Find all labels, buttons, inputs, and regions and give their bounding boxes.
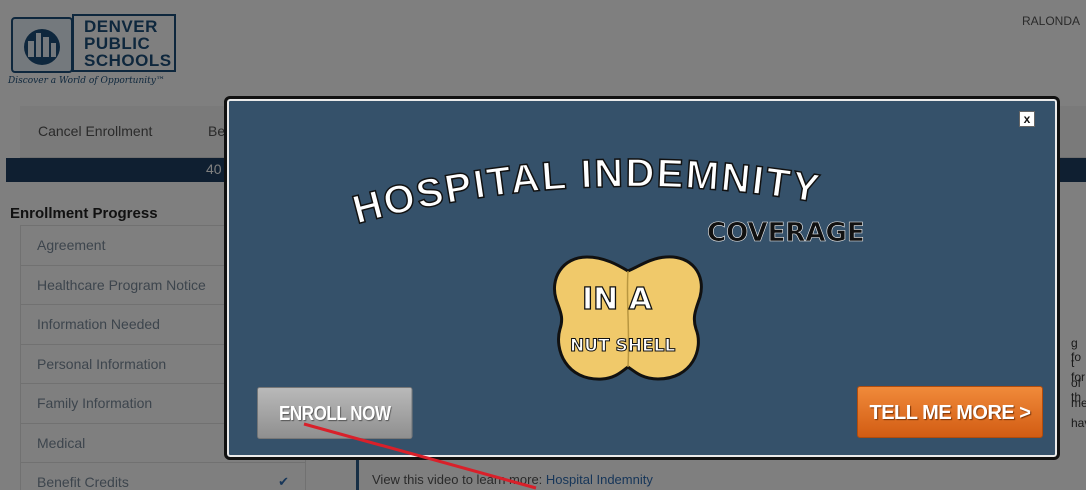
dps-logo: DENVER PUBLIC SCHOOLS Discover a World o… xyxy=(8,14,178,92)
sidebar-item-benefit-credits[interactable]: Benefit Credits ✔ xyxy=(21,463,305,490)
logo-wordmark: DENVER PUBLIC SCHOOLS xyxy=(84,18,172,69)
page-header: DENVER PUBLIC SCHOOLS Discover a World o… xyxy=(0,0,1086,92)
video-prompt-text: View this video to learn more: xyxy=(372,472,546,487)
logo-line-1: DENVER xyxy=(84,17,158,36)
sidebar-item-label: Information Needed xyxy=(37,316,160,332)
sidebar-item-label: Agreement xyxy=(37,237,106,253)
content-text-fragment: men xyxy=(1071,396,1086,410)
modal-subtitle: COVERAGE xyxy=(707,218,865,248)
sidebar-item-label: Healthcare Program Notice xyxy=(37,276,206,293)
video-prompt: View this video to learn more: Hospital … xyxy=(372,472,653,487)
sidebar-item-label: Benefit Credits xyxy=(37,474,129,490)
sidebar-item-label: Family Information xyxy=(37,395,153,411)
cancel-enrollment-link[interactable]: Cancel Enrollment xyxy=(38,123,152,139)
hospital-indemnity-video-link[interactable]: Hospital Indemnity xyxy=(546,472,653,487)
nut-top-text: IN A xyxy=(582,282,653,317)
tell-me-more-button[interactable]: TELL ME MORE > xyxy=(857,386,1043,438)
sidebar-item-label: Personal Information xyxy=(37,355,167,372)
modal-title-graphic: HOSPITAL INDEMNITY COVERAGE xyxy=(347,151,865,249)
checkmark-icon: ✔ xyxy=(278,474,289,489)
hospital-indemnity-modal: x HOSPITAL INDEMNITY COVERAGE IN A NUT S… xyxy=(224,96,1060,460)
nut-bottom-text: NUT SHELL xyxy=(570,336,675,356)
close-icon[interactable]: x xyxy=(1019,111,1035,127)
nav-item-partial[interactable]: Be xyxy=(208,123,225,139)
content-text-fragment: hav xyxy=(1071,416,1086,430)
progress-percent: 40 xyxy=(206,161,222,177)
logo-line-2: PUBLIC xyxy=(84,34,151,53)
sidebar-item-label: Medical xyxy=(37,434,86,451)
logo-tagline: Discover a World of Opportunity™ xyxy=(8,76,165,86)
sidebar-title: Enrollment Progress xyxy=(10,205,158,222)
enroll-now-button[interactable]: ENROLL NOW xyxy=(257,387,413,439)
peanut-icon: IN A NUT SHELL xyxy=(553,255,703,381)
city-skyline-icon xyxy=(11,17,73,73)
user-name[interactable]: RALONDA xyxy=(1022,14,1080,28)
logo-line-3: SCHOOLS xyxy=(84,51,172,70)
